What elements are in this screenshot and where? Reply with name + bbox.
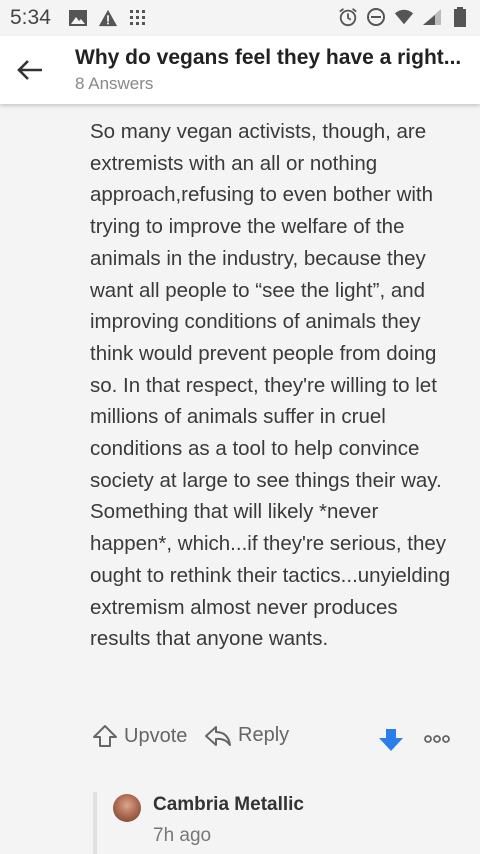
upvote-label: Upvote xyxy=(124,724,188,747)
more-options-button[interactable] xyxy=(424,734,450,744)
image-icon xyxy=(68,8,88,28)
grid-icon xyxy=(128,8,148,28)
comment-timestamp: 7h ago xyxy=(153,825,212,846)
status-right-icons xyxy=(338,7,470,27)
answer-text: So many vegan activists, though, are ext… xyxy=(90,120,451,651)
reply-button[interactable]: Reply xyxy=(204,724,289,747)
signal-icon xyxy=(422,7,442,27)
answer-content: So many vegan activists, though, are ext… xyxy=(0,104,480,854)
reply-label: Reply xyxy=(238,724,290,746)
comment-thread-line xyxy=(93,792,97,854)
warning-icon xyxy=(98,8,118,28)
downvote-button[interactable] xyxy=(378,728,404,752)
answer-count: 8 Answers xyxy=(75,74,154,93)
dnd-icon xyxy=(366,7,386,27)
question-title[interactable]: Why do vegans feel they have a right... xyxy=(75,46,470,70)
commenter-avatar[interactable] xyxy=(113,794,141,822)
answer-actions: Upvote Reply xyxy=(90,724,460,756)
status-time: 5:34 xyxy=(10,6,51,29)
commenter-name[interactable]: Cambria Metallic xyxy=(153,794,304,816)
alarm-icon xyxy=(338,7,358,27)
upvote-button[interactable]: Upvote xyxy=(92,724,187,748)
back-arrow-icon xyxy=(17,60,42,80)
upvote-arrow-icon xyxy=(93,725,117,747)
battery-icon xyxy=(450,7,470,27)
downvote-arrow-icon xyxy=(379,729,403,751)
more-dots-icon xyxy=(424,735,450,743)
wifi-icon xyxy=(394,7,414,27)
back-button[interactable] xyxy=(12,52,48,88)
status-bar: 5:34 xyxy=(0,0,480,36)
question-header: Why do vegans feel they have a right... … xyxy=(0,36,480,104)
reply-arrow-icon xyxy=(205,725,231,746)
status-left-icons xyxy=(68,8,148,28)
